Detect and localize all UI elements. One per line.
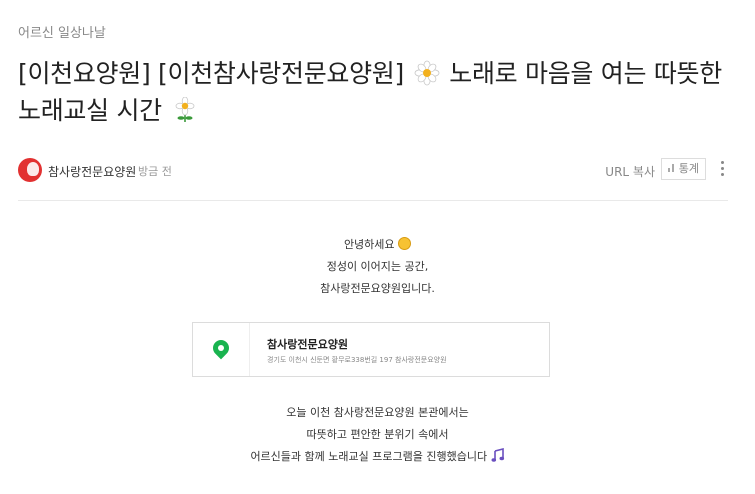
flower-icon xyxy=(414,60,440,86)
title-text-part1: [이천요양원] [이천참사랑전문요양원] xyxy=(18,59,404,88)
bar-chart-icon xyxy=(667,164,676,172)
author-name[interactable]: 참사랑전문요양원 xyxy=(48,163,136,180)
avatar[interactable] xyxy=(18,158,42,182)
intro-line-1: 안녕하세요 xyxy=(343,238,395,251)
intro-line-3: 참사랑전문요양원입니다. xyxy=(320,282,435,295)
place-name: 참사랑전문요양원 xyxy=(267,338,348,351)
intro-text: 안녕하세요 정성이 이어지는 공간, 참사랑전문요양원입니다. xyxy=(0,234,755,300)
intro-line-2: 정성이 이어지는 공간, xyxy=(326,260,429,273)
author-row: 참사랑전문요양원 방금 전 URL 복사 통계 xyxy=(18,156,728,186)
place-address: 경기도 이천시 신둔면 황무로338번길 197 참사랑전문요양원 xyxy=(267,356,447,364)
music-note-icon xyxy=(491,448,504,462)
divider xyxy=(18,200,728,201)
title-text-part3: 노래교실 시간 xyxy=(18,96,162,125)
stats-button-label: 통계 xyxy=(678,162,699,175)
body-line-2: 따뜻하고 편안한 분위기 속에서 xyxy=(306,428,449,441)
body-text: 오늘 이천 참사랑전문요양원 본관에서는 따뜻하고 편안한 분위기 속에서 어르… xyxy=(0,402,755,468)
title-text-part2: 노래로 마음을 여는 따뜻한 xyxy=(449,59,722,88)
pin-box xyxy=(193,323,250,376)
flower-icon xyxy=(175,97,194,122)
url-copy-button[interactable]: URL 복사 xyxy=(605,163,655,180)
post-time: 방금 전 xyxy=(138,165,172,178)
category-label[interactable]: 어르신 일상나날 xyxy=(18,22,106,41)
more-options-button[interactable] xyxy=(716,158,728,178)
body-line-3: 어르신들과 함께 노래교실 프로그램을 진행했습니다 xyxy=(250,450,488,463)
place-card[interactable]: 참사랑전문요양원 경기도 이천시 신둔면 황무로338번길 197 참사랑전문요… xyxy=(192,322,550,377)
stats-button[interactable]: 통계 xyxy=(660,158,706,180)
post-title: [이천요양원] [이천참사랑전문요양원] 노래로 마음을 여는 따뜻한 노래교실… xyxy=(18,55,738,129)
body-line-1: 오늘 이천 참사랑전문요양원 본관에서는 xyxy=(286,406,469,419)
map-pin-icon xyxy=(209,336,233,360)
smile-emoji-icon xyxy=(398,237,412,250)
more-dots-icon xyxy=(720,161,724,164)
